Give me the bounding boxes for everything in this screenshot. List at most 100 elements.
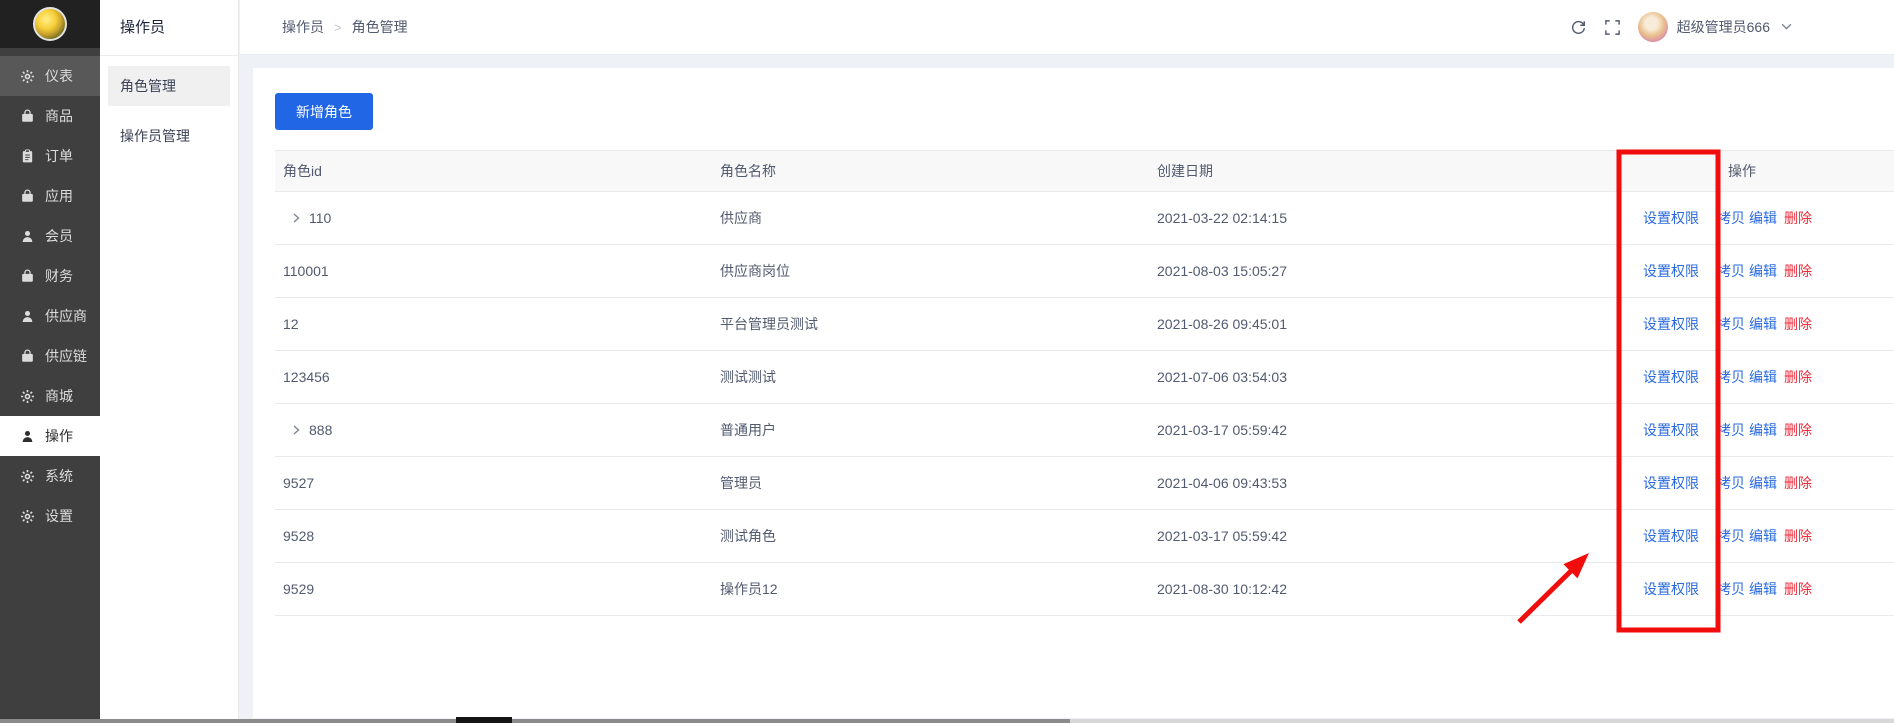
table-row: 123456测试测试2021-07-06 03:54:03设置权限拷贝编辑删除: [275, 351, 1894, 404]
user-avatar[interactable]: [1638, 12, 1668, 42]
content-area: 新增角色 角色id角色名称创建日期操作 110供应商2021-03-22 02:…: [240, 55, 1894, 723]
topbar-right: 超级管理员666: [1570, 12, 1792, 42]
role-id-value: 12: [283, 316, 299, 332]
user-menu[interactable]: 超级管理员666: [1638, 12, 1792, 42]
edit-link[interactable]: 编辑: [1749, 208, 1777, 228]
delete-link[interactable]: 删除: [1784, 314, 1812, 334]
submenu-item-role-management[interactable]: 角色管理: [108, 66, 230, 106]
copy-link[interactable]: 拷贝: [1717, 579, 1745, 599]
gear-icon: [20, 389, 35, 404]
edit-link[interactable]: 编辑: [1749, 261, 1777, 281]
sidebar-item-supply-chain[interactable]: 供应链: [0, 336, 100, 376]
role-id-cell: 12: [275, 316, 712, 332]
fullscreen-icon[interactable]: [1604, 19, 1621, 36]
sidebar-item-goods[interactable]: 商品: [0, 96, 100, 136]
sidebar-item-suppliers[interactable]: 供应商: [0, 296, 100, 336]
chevron-down-icon[interactable]: [1781, 23, 1792, 31]
gear-icon: [20, 469, 35, 484]
created-date-cell: 2021-08-26 09:45:01: [1149, 316, 1635, 332]
set-permission-link[interactable]: 设置权限: [1643, 261, 1699, 281]
breadcrumb-item[interactable]: 角色管理: [352, 17, 408, 37]
horizontal-scrollbar-thumb-dark[interactable]: [456, 717, 512, 723]
role-id-value: 123456: [283, 369, 330, 385]
delete-link[interactable]: 删除: [1784, 420, 1812, 440]
sidebar-item-label: 应用: [45, 186, 73, 206]
column-header: 创建日期: [1149, 161, 1635, 181]
gear-icon: [20, 509, 35, 524]
expand-row-icon[interactable]: [291, 425, 301, 435]
sidebar-item-label: 供应链: [45, 346, 87, 366]
bag-icon: [20, 189, 35, 204]
app-logo-flower-icon[interactable]: [33, 7, 67, 41]
copy-link[interactable]: 拷贝: [1717, 367, 1745, 387]
sidebar-item-mall[interactable]: 商城: [0, 376, 100, 416]
bag-icon: [20, 349, 35, 364]
expand-row-icon[interactable]: [291, 213, 301, 223]
role-name-cell: 平台管理员测试: [712, 314, 1149, 334]
role-name-cell: 普通用户: [712, 420, 1149, 440]
sidebar-item-finance[interactable]: 财务: [0, 256, 100, 296]
delete-link[interactable]: 删除: [1784, 473, 1812, 493]
refresh-icon[interactable]: [1570, 19, 1587, 36]
role-name-cell: 供应商: [712, 208, 1149, 228]
actions-cell: 设置权限拷贝编辑删除: [1635, 526, 1894, 546]
breadcrumb: 操作员>角色管理: [282, 17, 408, 37]
actions-cell: 设置权限拷贝编辑删除: [1635, 261, 1894, 281]
edit-link[interactable]: 编辑: [1749, 367, 1777, 387]
copy-link[interactable]: 拷贝: [1717, 261, 1745, 281]
table-row: 110001供应商岗位2021-08-03 15:05:27设置权限拷贝编辑删除: [275, 245, 1894, 298]
set-permission-link[interactable]: 设置权限: [1643, 579, 1699, 599]
sidebar-item-settings[interactable]: 设置: [0, 496, 100, 536]
role-id-value: 110: [309, 210, 331, 226]
sidebar-item-operations[interactable]: 操作: [0, 416, 100, 456]
copy-link[interactable]: 拷贝: [1717, 314, 1745, 334]
submenu-item-operator-management[interactable]: 操作员管理: [108, 116, 230, 156]
edit-link[interactable]: 编辑: [1749, 420, 1777, 440]
set-permission-link[interactable]: 设置权限: [1643, 526, 1699, 546]
actions-cell: 设置权限拷贝编辑删除: [1635, 420, 1894, 440]
set-permission-link[interactable]: 设置权限: [1643, 314, 1699, 334]
horizontal-scrollbar-thumb[interactable]: [0, 719, 1070, 723]
table-row: 888普通用户2021-03-17 05:59:42设置权限拷贝编辑删除: [275, 404, 1894, 457]
delete-link[interactable]: 删除: [1784, 579, 1812, 599]
breadcrumb-item[interactable]: 操作员: [282, 17, 324, 37]
sidebar-item-label: 财务: [45, 266, 73, 286]
sidebar-item-dashboard[interactable]: 仪表: [0, 56, 100, 96]
table-row: 110 供应商2021-03-22 02:14:15 设置权限拷贝编辑删除: [275, 192, 1894, 245]
copy-link[interactable]: 拷贝: [1717, 526, 1745, 546]
set-permission-link[interactable]: 设置权限: [1643, 367, 1699, 387]
edit-link[interactable]: 编辑: [1749, 526, 1777, 546]
role-name-cell: 管理员: [712, 473, 1149, 493]
user-name: 超级管理员666: [1677, 17, 1770, 37]
copy-link[interactable]: 拷贝: [1717, 208, 1745, 228]
delete-link[interactable]: 删除: [1784, 208, 1812, 228]
created-date-cell: 2021-08-03 15:05:27: [1149, 263, 1635, 279]
delete-link[interactable]: 删除: [1784, 261, 1812, 281]
edit-link[interactable]: 编辑: [1749, 314, 1777, 334]
copy-link[interactable]: 拷贝: [1717, 473, 1745, 493]
sidebar-item-label: 设置: [45, 506, 73, 526]
sidebar-item-apps[interactable]: 应用: [0, 176, 100, 216]
created-date-cell: 2021-03-17 05:59:42: [1149, 528, 1635, 544]
sidebar-item-system[interactable]: 系统: [0, 456, 100, 496]
set-permission-link[interactable]: 设置权限: [1643, 473, 1699, 493]
edit-link[interactable]: 编辑: [1749, 473, 1777, 493]
set-permission-link[interactable]: 设置权限: [1643, 420, 1699, 440]
sidebar-item-orders[interactable]: 订单: [0, 136, 100, 176]
created-date-cell: 2021-03-22 02:14:15: [1149, 210, 1635, 226]
copy-link[interactable]: 拷贝: [1717, 420, 1745, 440]
add-role-button[interactable]: 新增角色: [275, 93, 373, 130]
sidebar-item-label: 仪表: [45, 66, 73, 86]
delete-link[interactable]: 删除: [1784, 367, 1812, 387]
delete-link[interactable]: 删除: [1784, 526, 1812, 546]
set-permission-link[interactable]: 设置权限: [1643, 208, 1699, 228]
sidebar-item-members[interactable]: 会员: [0, 216, 100, 256]
role-id-value: 9529: [283, 581, 314, 597]
created-date-cell: 2021-04-06 09:43:53: [1149, 475, 1635, 491]
user-icon: [20, 309, 35, 324]
role-name-cell: 测试角色: [712, 526, 1149, 546]
role-name-cell: 操作员12: [712, 579, 1149, 599]
edit-link[interactable]: 编辑: [1749, 579, 1777, 599]
role-name-cell: 测试测试: [712, 367, 1149, 387]
clipboard-icon: [20, 149, 35, 164]
